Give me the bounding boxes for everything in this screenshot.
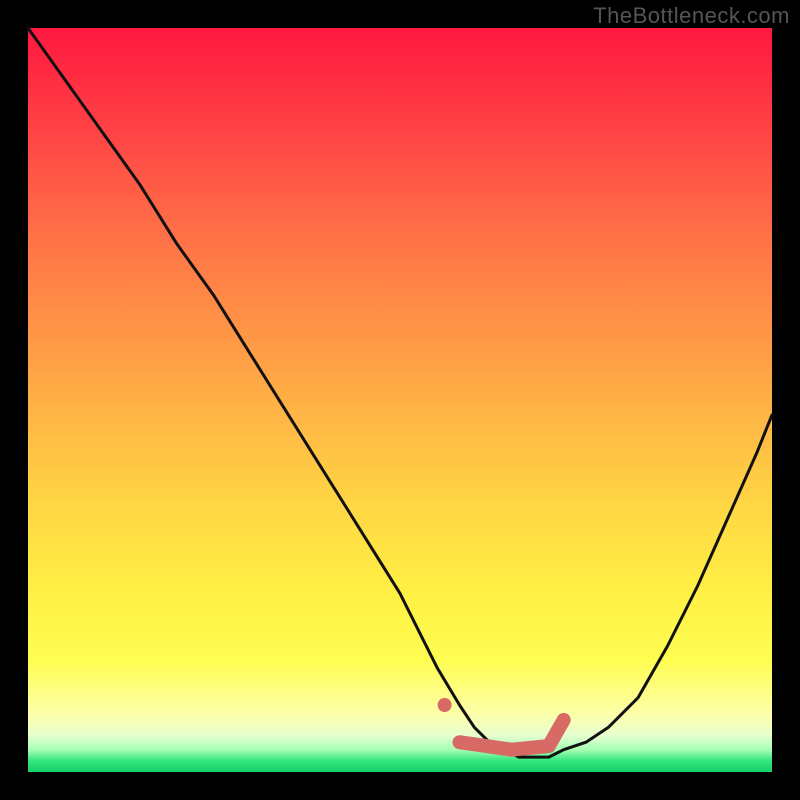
curve-svg [28, 28, 772, 772]
watermark-text: TheBottleneck.com [593, 3, 790, 29]
chart-frame: TheBottleneck.com [0, 0, 800, 800]
optimum-point-marker [438, 698, 452, 712]
optimum-band-marker [460, 720, 564, 750]
plot-area [28, 28, 772, 772]
bottleneck-curve [28, 28, 772, 757]
